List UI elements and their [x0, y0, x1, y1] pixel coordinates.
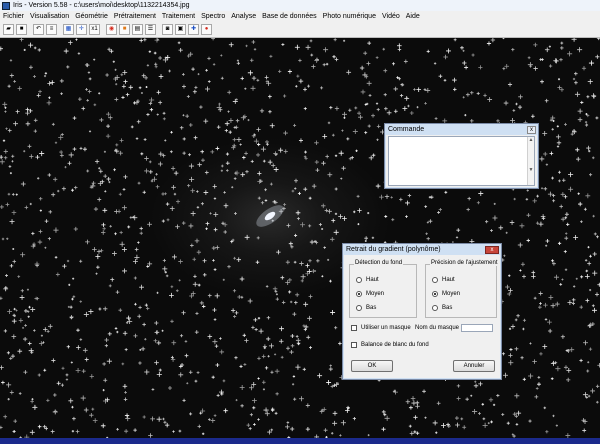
- cancel-button[interactable]: Annuler: [453, 360, 495, 372]
- menu-bar: Fichier Visualisation Géométrie Prétrait…: [0, 11, 600, 21]
- radio-label: Haut: [366, 277, 379, 283]
- command-window: Commande x ▲ ▼: [384, 123, 539, 189]
- crosshair-icon[interactable]: ✛: [76, 23, 87, 35]
- command-input[interactable]: ▲ ▼: [388, 136, 535, 186]
- menu-spectro[interactable]: Spectro: [201, 13, 225, 20]
- background-detection-label: Détection du fond: [354, 260, 404, 266]
- menu-analyse[interactable]: Analyse: [231, 13, 256, 20]
- star-icon[interactable]: ✚: [188, 23, 199, 35]
- command-window-title: Commande: [388, 126, 425, 133]
- radio-button-selected[interactable]: [432, 291, 438, 297]
- app-icon: [2, 1, 10, 10]
- fit-precision-group: Précision de l'ajustement Haut Moyen Bas: [425, 260, 499, 318]
- fit-radio-moyen[interactable]: Moyen: [432, 291, 460, 297]
- white-balance-checkbox-row[interactable]: Balance de blanc du fond: [351, 342, 429, 348]
- save-icon[interactable]: ■: [16, 23, 27, 35]
- mask-name-label: Nom du masque :: [415, 325, 463, 331]
- title-bar: Iris - Version 5.58 - c:\users\moi\deskt…: [0, 0, 600, 11]
- menu-base-de-donnees[interactable]: Base de données: [262, 13, 317, 20]
- list-icon[interactable]: ☰: [145, 23, 156, 35]
- image-canvas[interactable]: [0, 38, 600, 438]
- camera-icon[interactable]: ◙: [162, 23, 173, 35]
- bg-radio-moyen[interactable]: Moyen: [356, 291, 384, 297]
- white-balance-label: Balance de blanc du fond: [361, 342, 429, 348]
- radio-button[interactable]: [356, 305, 362, 311]
- ok-button[interactable]: OK: [351, 360, 393, 372]
- radio-button[interactable]: [432, 277, 438, 283]
- open-folder-icon[interactable]: ▰: [3, 23, 14, 35]
- white-balance-checkbox[interactable]: [351, 342, 357, 348]
- menu-pretraitement[interactable]: Prétraitement: [114, 13, 156, 20]
- record-icon[interactable]: ●: [201, 23, 212, 35]
- palette-icon[interactable]: ■: [119, 23, 130, 35]
- use-mask-label: Utiliser un masque: [361, 325, 411, 331]
- status-bar: [0, 438, 600, 444]
- background-detection-group: Détection du fond Haut Moyen Bas: [349, 260, 417, 318]
- device-icon[interactable]: ▣: [175, 23, 186, 35]
- sliders-icon[interactable]: ≡: [46, 23, 57, 35]
- toolbar: ▰ ■ ↶ ≡ ▦ ✛ x1 ◉ ■ ▤ ☰ ◙ ▣ ✚ ●: [0, 21, 600, 38]
- stop-icon[interactable]: ◉: [106, 23, 117, 35]
- menu-visualisation[interactable]: Visualisation: [30, 13, 69, 20]
- fit-radio-haut[interactable]: Haut: [432, 277, 455, 283]
- menu-video[interactable]: Vidéo: [382, 13, 400, 20]
- use-mask-checkbox[interactable]: [351, 325, 357, 331]
- star-field-image: [0, 38, 600, 438]
- scale-icon[interactable]: x1: [89, 23, 100, 35]
- fit-precision-label: Précision de l'ajustement: [430, 260, 499, 266]
- gradient-dialog-titlebar[interactable]: Retrait du gradient (polynôme) x: [343, 244, 501, 255]
- radio-label: Moyen: [366, 291, 385, 297]
- fit-radio-bas[interactable]: Bas: [432, 305, 452, 311]
- bg-radio-bas[interactable]: Bas: [356, 305, 376, 311]
- command-window-titlebar[interactable]: Commande x: [385, 124, 538, 135]
- menu-traitement[interactable]: Traitement: [162, 13, 195, 20]
- panel-icon[interactable]: ▤: [132, 23, 143, 35]
- radio-label: Moyen: [442, 291, 461, 297]
- radio-button[interactable]: [432, 305, 438, 311]
- undo-icon[interactable]: ↶: [33, 23, 44, 35]
- radio-button-selected[interactable]: [356, 291, 362, 297]
- bg-radio-haut[interactable]: Haut: [356, 277, 379, 283]
- gradient-removal-dialog: Retrait du gradient (polynôme) x Détecti…: [342, 243, 502, 380]
- menu-photo-numerique[interactable]: Photo numérique: [323, 13, 376, 20]
- gradient-close-button[interactable]: x: [485, 245, 499, 254]
- use-mask-checkbox-row[interactable]: Utiliser un masque: [351, 325, 411, 331]
- radio-label: Bas: [366, 305, 377, 311]
- grid-icon[interactable]: ▦: [63, 23, 74, 35]
- radio-label: Haut: [442, 277, 455, 283]
- radio-button[interactable]: [356, 277, 362, 283]
- radio-label: Bas: [442, 305, 453, 311]
- menu-geometrie[interactable]: Géométrie: [75, 13, 108, 20]
- command-scrollbar[interactable]: ▲ ▼: [527, 137, 534, 185]
- window-title: Iris - Version 5.58 - c:\users\moi\deskt…: [13, 2, 190, 9]
- gradient-dialog-title: Retrait du gradient (polynôme): [346, 246, 441, 253]
- command-close-button[interactable]: x: [527, 125, 536, 134]
- mask-name-input[interactable]: [461, 324, 493, 332]
- menu-aide[interactable]: Aide: [406, 13, 420, 20]
- menu-fichier[interactable]: Fichier: [3, 13, 24, 20]
